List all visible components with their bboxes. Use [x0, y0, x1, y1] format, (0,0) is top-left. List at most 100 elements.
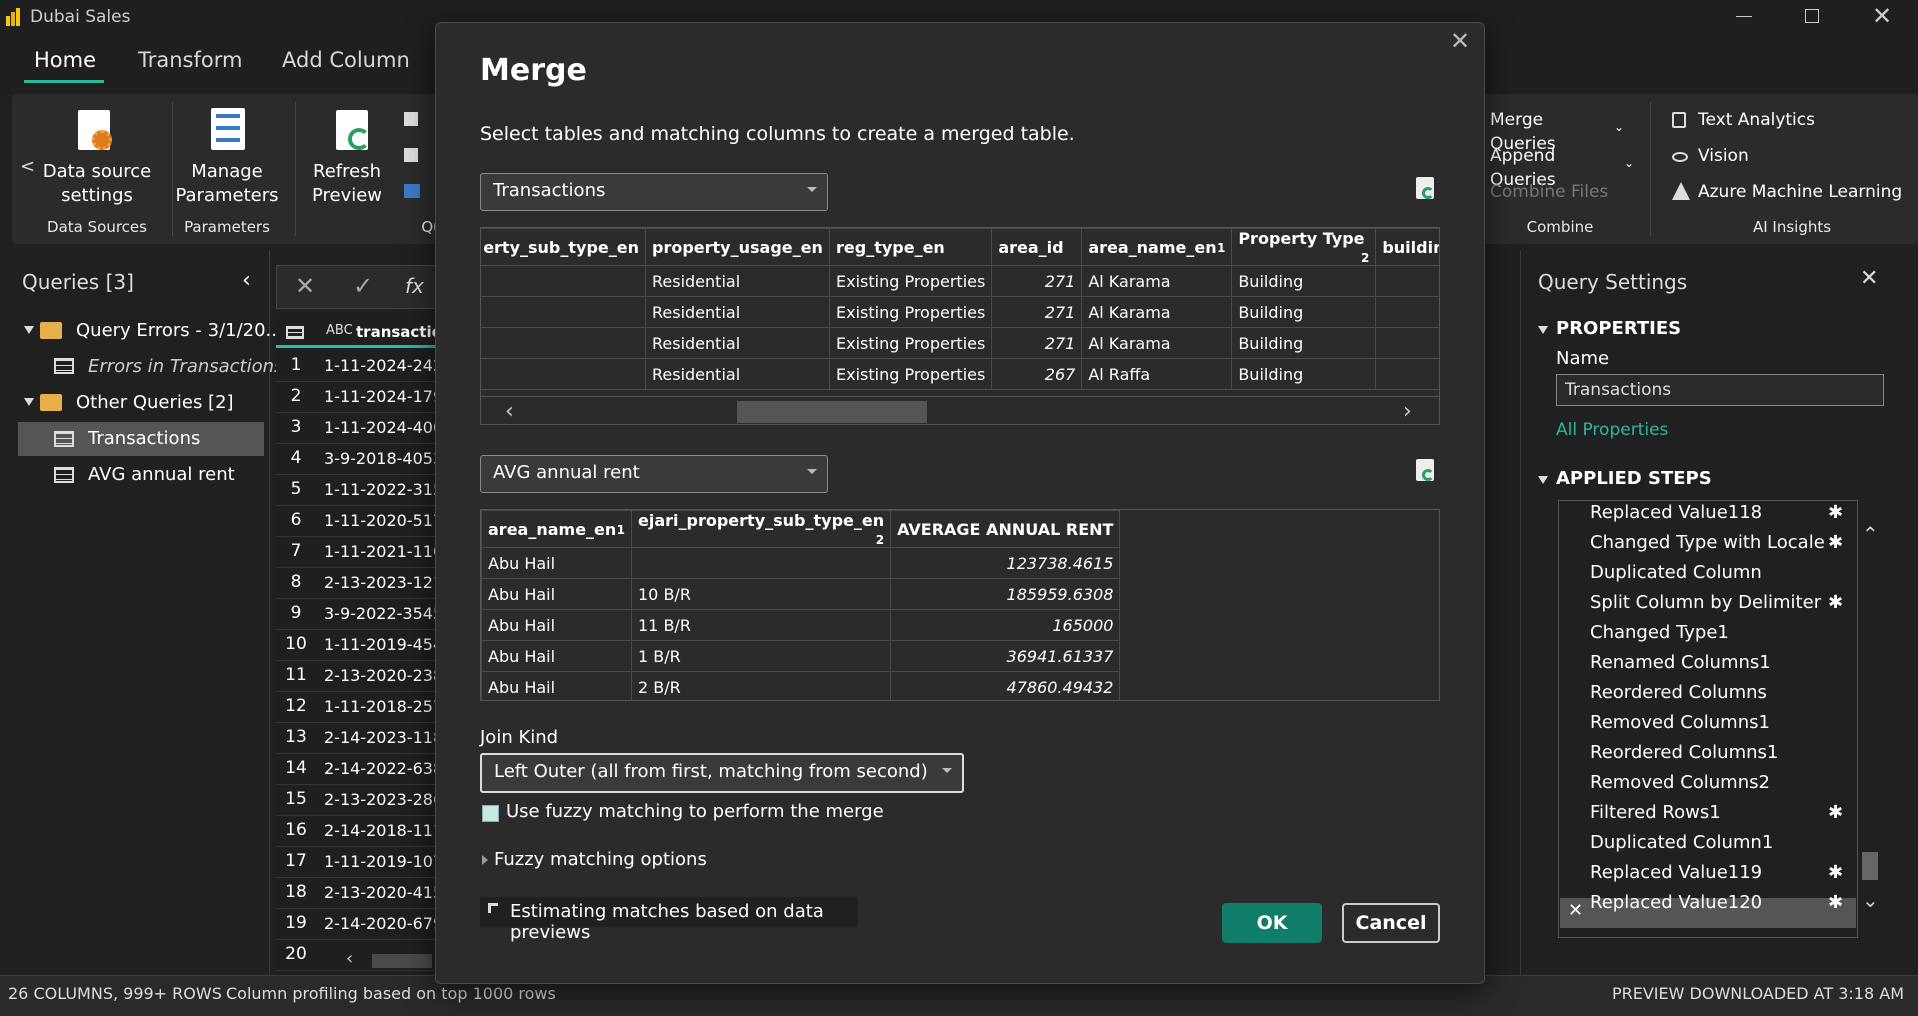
ok-button[interactable]: OK [1222, 903, 1322, 943]
column-header[interactable]: ejari_property_sub_type_en 2 [630, 510, 892, 548]
column-header[interactable]: AVERAGE ANNUAL RENT [890, 510, 1121, 548]
close-window-icon[interactable]: ✕ [1872, 2, 1892, 30]
restore-icon[interactable] [1805, 9, 1819, 23]
status-profiling[interactable]: Column profiling based on top 1000 rows [226, 984, 556, 1003]
column-header[interactable]: area_id [991, 228, 1083, 266]
fuzzy-checkbox[interactable] [482, 805, 499, 822]
fx-icon[interactable]: fx [405, 274, 424, 298]
cell-value[interactable]: 3-9-2022-3545 [324, 604, 439, 623]
table-menu-icon[interactable] [286, 326, 304, 339]
grid-scroll-left-icon[interactable]: ‹ [346, 948, 353, 969]
step-settings-gear-icon[interactable]: ✱ [1828, 862, 1843, 883]
tab-transform[interactable]: Transform [138, 48, 242, 72]
applied-step[interactable]: Duplicated Column1 [1590, 832, 1773, 853]
avg-annual-rent-query[interactable]: AVG annual rent [88, 464, 235, 485]
cell-value[interactable]: 2-14-2023-118 [324, 728, 439, 747]
ribbon-scroll-left-icon[interactable]: < [20, 156, 35, 177]
applied-step[interactable]: Reordered Columns1 [1590, 742, 1778, 763]
column-header[interactable]: Property Type 2 [1231, 228, 1377, 266]
cancel-formula-icon[interactable]: ✕ [295, 272, 315, 300]
applied-step[interactable]: Changed Type with Locale [1590, 532, 1825, 553]
cell-value[interactable]: 1-11-2019-454 [324, 635, 439, 654]
azure-ml-button[interactable]: Azure Machine Learning [1698, 180, 1908, 204]
applied-step[interactable]: Filtered Rows1 [1590, 802, 1721, 823]
applied-step[interactable]: Split Column by Delimiter [1590, 592, 1821, 613]
cell-value[interactable]: 1-11-2020-517 [324, 511, 439, 530]
cell-value[interactable]: 2-13-2023-286 [324, 790, 439, 809]
column-header[interactable]: transaction [356, 323, 436, 341]
column-header[interactable]: erty_sub_type_en [481, 228, 646, 266]
cell-value[interactable]: 1-11-2024-242 [324, 356, 439, 375]
applied-step[interactable]: Removed Columns2 [1590, 772, 1770, 793]
refresh-preview-button[interactable]: Refresh Preview [302, 160, 392, 208]
grid-hscrollbar[interactable] [372, 954, 432, 968]
cell-value[interactable]: 1-11-2024-179 [324, 387, 439, 406]
first-preview-hscroll-thumb[interactable] [737, 401, 927, 423]
scroll-right-icon[interactable]: › [1403, 399, 1412, 424]
collapse-pane-icon[interactable]: ‹ [242, 268, 251, 293]
column-header[interactable]: area_name_en 1 [481, 510, 632, 548]
applied-step[interactable]: Changed Type1 [1590, 622, 1729, 643]
query-name-input[interactable]: Transactions [1556, 374, 1884, 406]
fuzzy-options-toggle[interactable]: Fuzzy matching options [494, 849, 707, 870]
cell-value[interactable]: 1-11-2022-315 [324, 480, 439, 499]
applied-step[interactable]: Renamed Columns1 [1590, 652, 1771, 673]
join-kind-select[interactable]: Left Outer (all from first, matching fro… [480, 753, 964, 793]
column-header[interactable]: building [1375, 228, 1439, 266]
other-queries-folder[interactable]: Other Queries [2] [76, 392, 234, 413]
cell-value[interactable]: 2-14-2018-111 [324, 821, 439, 840]
tab-home[interactable]: Home [34, 48, 96, 72]
step-settings-gear-icon[interactable]: ✱ [1828, 802, 1843, 823]
all-properties-link[interactable]: All Properties [1556, 420, 1668, 440]
text-analytics-button[interactable]: Text Analytics [1698, 108, 1898, 132]
transactions-query[interactable]: Transactions [88, 428, 200, 449]
applied-step[interactable]: Duplicated Column [1590, 562, 1762, 583]
vision-button[interactable]: Vision [1698, 144, 1898, 168]
query-errors-folder[interactable]: Query Errors - 3/1/20... [76, 320, 283, 341]
cell-value[interactable]: 1-11-2018-257 [324, 697, 439, 716]
applied-step[interactable]: Reordered Columns [1590, 682, 1767, 703]
column-header[interactable]: reg_type_en [828, 228, 993, 266]
delete-step-icon[interactable]: ✕ [1568, 900, 1583, 921]
cancel-button[interactable]: Cancel [1342, 903, 1440, 943]
expand-arrow-icon[interactable] [24, 398, 34, 406]
combine-files-button[interactable]: Combine Files [1490, 180, 1620, 204]
cell-value[interactable]: 1-11-2019-107 [324, 852, 439, 871]
cell-value[interactable]: 1-11-2021-110 [324, 542, 439, 561]
scroll-left-icon[interactable]: ‹ [505, 399, 514, 424]
fuzzy-checkbox-label[interactable]: Use fuzzy matching to perform the merge [506, 801, 884, 822]
tab-add-column[interactable]: Add Column [282, 48, 410, 72]
cell-value[interactable]: 2-13-2020-238 [324, 666, 439, 685]
step-settings-gear-icon[interactable]: ✱ [1828, 892, 1843, 913]
close-query-settings-icon[interactable]: ✕ [1860, 266, 1878, 291]
cell-value[interactable]: 2-14-2022-638 [324, 759, 439, 778]
column-header[interactable]: area_name_en 1 [1081, 228, 1233, 266]
column-header[interactable]: property_usage_en [645, 228, 830, 266]
applied-step[interactable]: Replaced Value120 [1590, 892, 1762, 913]
properties-collapse-icon[interactable] [1538, 326, 1548, 334]
refresh-preview-icon[interactable] [1416, 459, 1434, 481]
applied-step[interactable]: Replaced Value119 [1590, 862, 1762, 883]
step-settings-gear-icon[interactable]: ✱ [1828, 502, 1843, 523]
cell-value[interactable]: 2-14-2020-679 [324, 914, 439, 933]
errors-in-transactions-query[interactable]: Errors in Transactions [88, 356, 283, 377]
first-table-select[interactable]: Transactions [480, 173, 828, 211]
step-settings-gear-icon[interactable]: ✱ [1828, 532, 1843, 553]
steps-scroll-up-icon[interactable]: ⌃ [1862, 522, 1879, 546]
expand-arrow-icon[interactable] [482, 855, 488, 865]
minimize-icon[interactable] [1736, 16, 1752, 17]
cell-value[interactable]: 2-13-2020-415 [324, 883, 439, 902]
data-source-settings-button[interactable]: Data source settings [42, 160, 152, 208]
text-type-icon[interactable]: ABC [326, 323, 353, 338]
step-settings-gear-icon[interactable]: ✱ [1828, 592, 1843, 613]
close-dialog-icon[interactable]: ✕ [1450, 27, 1470, 55]
applied-step[interactable]: Removed Columns1 [1590, 712, 1770, 733]
expand-arrow-icon[interactable] [24, 326, 34, 334]
manage-parameters-button[interactable]: Manage Parameters [172, 160, 282, 208]
second-table-select[interactable]: AVG annual rent [480, 455, 828, 493]
applied-step[interactable]: Replaced Value118 [1590, 502, 1762, 523]
refresh-preview-icon[interactable] [1416, 177, 1434, 199]
steps-scrollbar-thumb[interactable] [1862, 852, 1878, 880]
applied-steps-collapse-icon[interactable] [1538, 476, 1548, 484]
confirm-formula-icon[interactable]: ✓ [353, 272, 373, 300]
